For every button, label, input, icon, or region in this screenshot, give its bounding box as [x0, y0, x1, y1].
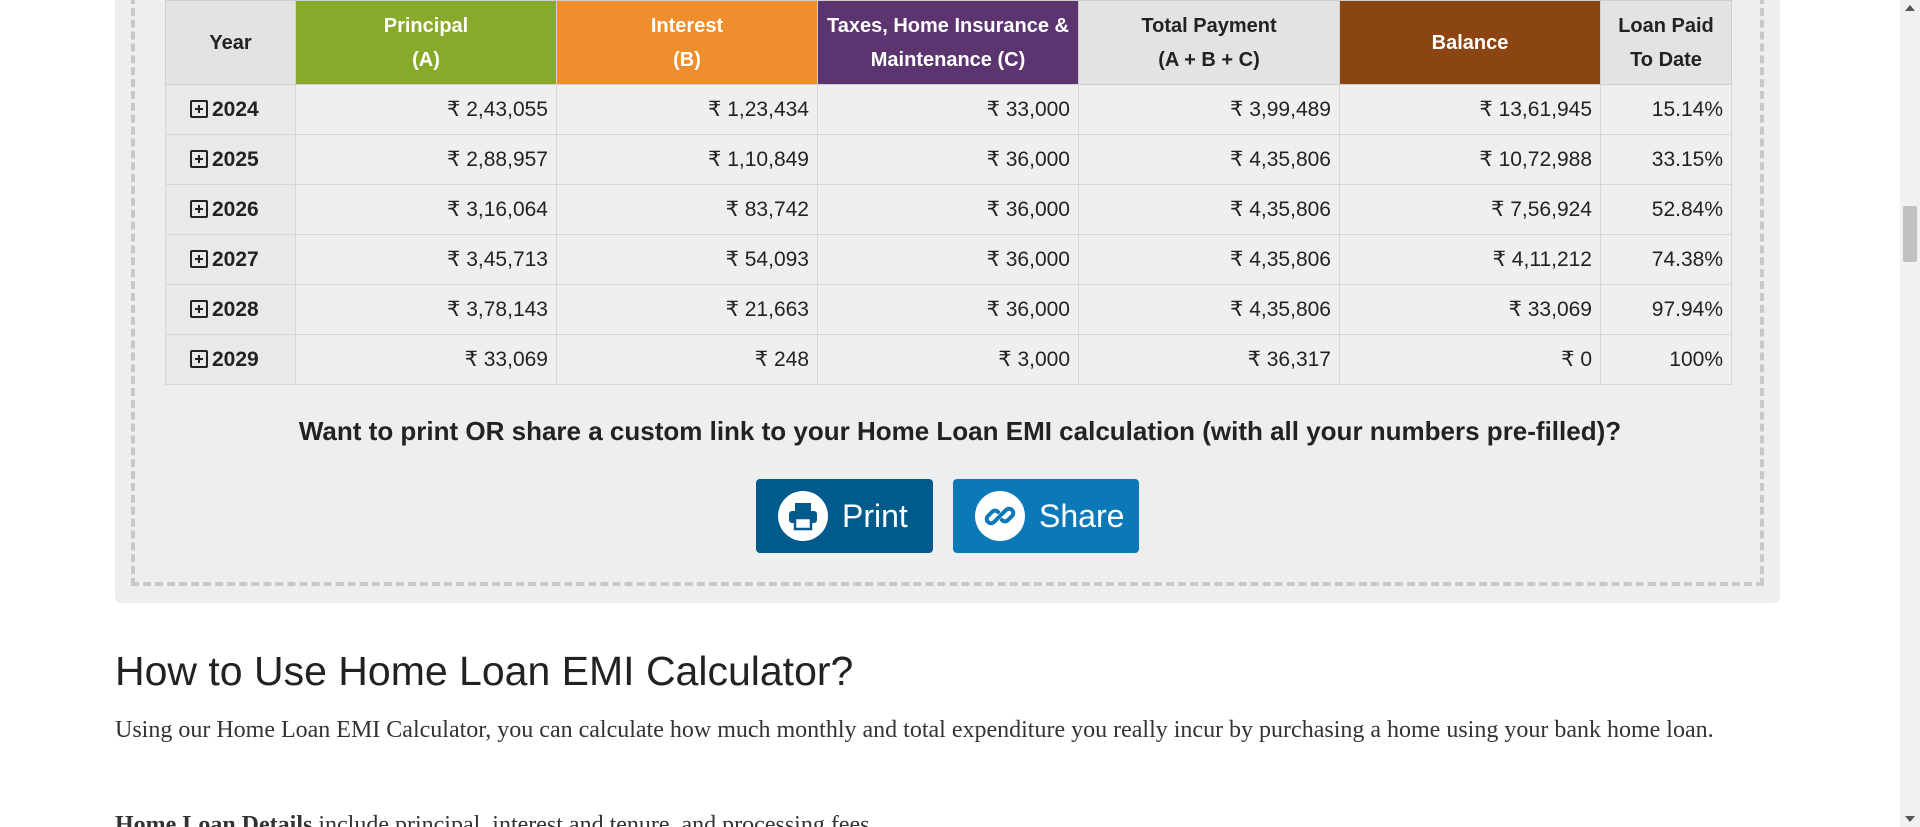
year-cell[interactable]: 2029: [165, 334, 296, 385]
table-row[interactable]: 2027 ₹ 3,45,713 ₹ 54,093 ₹ 36,000 ₹ 4,35…: [165, 234, 1732, 285]
table-row[interactable]: 2024 ₹ 2,43,055 ₹ 1,23,434 ₹ 33,000 ₹ 3,…: [165, 84, 1732, 135]
header-year: Year: [165, 0, 296, 85]
loan-paid-cell: 97.94%: [1600, 284, 1732, 335]
balance-cell: ₹ 13,61,945: [1339, 84, 1601, 135]
printer-icon: [778, 491, 828, 541]
table-row[interactable]: 2025 ₹ 2,88,957 ₹ 1,10,849 ₹ 36,000 ₹ 4,…: [165, 134, 1732, 185]
taxes-cell: ₹ 36,000: [817, 284, 1079, 335]
interest-cell: ₹ 21,663: [556, 284, 818, 335]
total-payment-cell: ₹ 3,99,489: [1078, 84, 1340, 135]
year-cell[interactable]: 2025: [165, 134, 296, 185]
expand-plus-icon[interactable]: [190, 149, 208, 168]
loan-paid-cell: 15.14%: [1600, 84, 1732, 135]
year-cell[interactable]: 2027: [165, 234, 296, 285]
interest-cell: ₹ 1,23,434: [556, 84, 818, 135]
balance-cell: ₹ 33,069: [1339, 284, 1601, 335]
taxes-cell: ₹ 36,000: [817, 234, 1079, 285]
header-total-payment: Total Payment (A + B + C): [1078, 0, 1340, 85]
share-button-label: Share: [1039, 498, 1125, 534]
interest-cell: ₹ 83,742: [556, 184, 818, 235]
yearly-payment-schedule-table: Year Principal (A) Interest (B) Taxes, Hom…: [165, 0, 1732, 385]
loan-paid-cell: 52.84%: [1600, 184, 1732, 235]
taxes-cell: ₹ 36,000: [817, 184, 1079, 235]
balance-cell: ₹ 4,11,212: [1339, 234, 1601, 285]
expand-plus-icon[interactable]: [190, 199, 208, 218]
total-payment-cell: ₹ 4,35,806: [1078, 184, 1340, 235]
principal-cell: ₹ 3,16,064: [295, 184, 557, 235]
principal-cell: ₹ 33,069: [295, 334, 557, 385]
interest-cell: ₹ 248: [556, 334, 818, 385]
balance-cell: ₹ 0: [1339, 334, 1601, 385]
taxes-cell: ₹ 3,000: [817, 334, 1079, 385]
total-payment-cell: ₹ 4,35,806: [1078, 134, 1340, 185]
balance-cell: ₹ 7,56,924: [1339, 184, 1601, 235]
print-button-label: Print: [842, 498, 908, 534]
header-principal: Principal (A): [295, 0, 557, 85]
scrollbar-thumb[interactable]: [1903, 206, 1917, 262]
total-payment-cell: ₹ 4,35,806: [1078, 234, 1340, 285]
balance-cell: ₹ 10,72,988: [1339, 134, 1601, 185]
expand-plus-icon[interactable]: [190, 349, 208, 368]
page-scrollbar[interactable]: [1900, 0, 1920, 827]
principal-cell: ₹ 2,88,957: [295, 134, 557, 185]
total-payment-cell: ₹ 36,317: [1078, 334, 1340, 385]
table-header-row: Year Principal (A) Interest (B) Taxes, Hom…: [165, 0, 1732, 85]
total-payment-cell: ₹ 4,35,806: [1078, 284, 1340, 335]
link-icon: [975, 491, 1025, 541]
section-heading: How to Use Home Loan EMI Calculator?: [115, 648, 854, 694]
details-paragraph: Home Loan Details include principal, int…: [115, 812, 1795, 827]
loan-paid-cell: 74.38%: [1600, 234, 1732, 285]
expand-plus-icon[interactable]: [190, 99, 208, 118]
header-taxes: Taxes, Home Insurance & Maintenance (C): [817, 0, 1079, 85]
header-loan-paid: Loan Paid To Date: [1600, 0, 1732, 85]
details-bold-label: Home Loan Details: [115, 812, 313, 827]
header-interest: Interest (B): [556, 0, 818, 85]
principal-cell: ₹ 3,45,713: [295, 234, 557, 285]
interest-cell: ₹ 1,10,849: [556, 134, 818, 185]
table-row[interactable]: 2028 ₹ 3,78,143 ₹ 21,663 ₹ 36,000 ₹ 4,35…: [165, 284, 1732, 335]
details-text: include principal, interest and tenure, …: [312, 812, 876, 827]
expand-plus-icon[interactable]: [190, 249, 208, 268]
table-row[interactable]: 2029 ₹ 33,069 ₹ 248 ₹ 3,000 ₹ 36,317 ₹ 0…: [165, 334, 1732, 385]
table-row[interactable]: 2026 ₹ 3,16,064 ₹ 83,742 ₹ 36,000 ₹ 4,35…: [165, 184, 1732, 235]
year-cell[interactable]: 2024: [165, 84, 296, 135]
year-cell[interactable]: 2026: [165, 184, 296, 235]
interest-cell: ₹ 54,093: [556, 234, 818, 285]
print-button[interactable]: Print: [756, 479, 933, 553]
intro-paragraph: Using our Home Loan EMI Calculator, you …: [115, 717, 1714, 743]
taxes-cell: ₹ 36,000: [817, 134, 1079, 185]
header-balance: Balance: [1339, 0, 1601, 85]
taxes-cell: ₹ 33,000: [817, 84, 1079, 135]
year-cell[interactable]: 2028: [165, 284, 296, 335]
loan-paid-cell: 100%: [1600, 334, 1732, 385]
expand-plus-icon[interactable]: [190, 299, 208, 318]
principal-cell: ₹ 3,78,143: [295, 284, 557, 335]
share-button[interactable]: Share: [953, 479, 1139, 553]
share-prompt: Want to print OR share a custom link to …: [298, 416, 1622, 446]
scroll-up-arrow-icon[interactable]: [1905, 5, 1915, 11]
principal-cell: ₹ 2,43,055: [295, 84, 557, 135]
scroll-down-arrow-icon[interactable]: [1905, 816, 1915, 822]
loan-paid-cell: 33.15%: [1600, 134, 1732, 185]
